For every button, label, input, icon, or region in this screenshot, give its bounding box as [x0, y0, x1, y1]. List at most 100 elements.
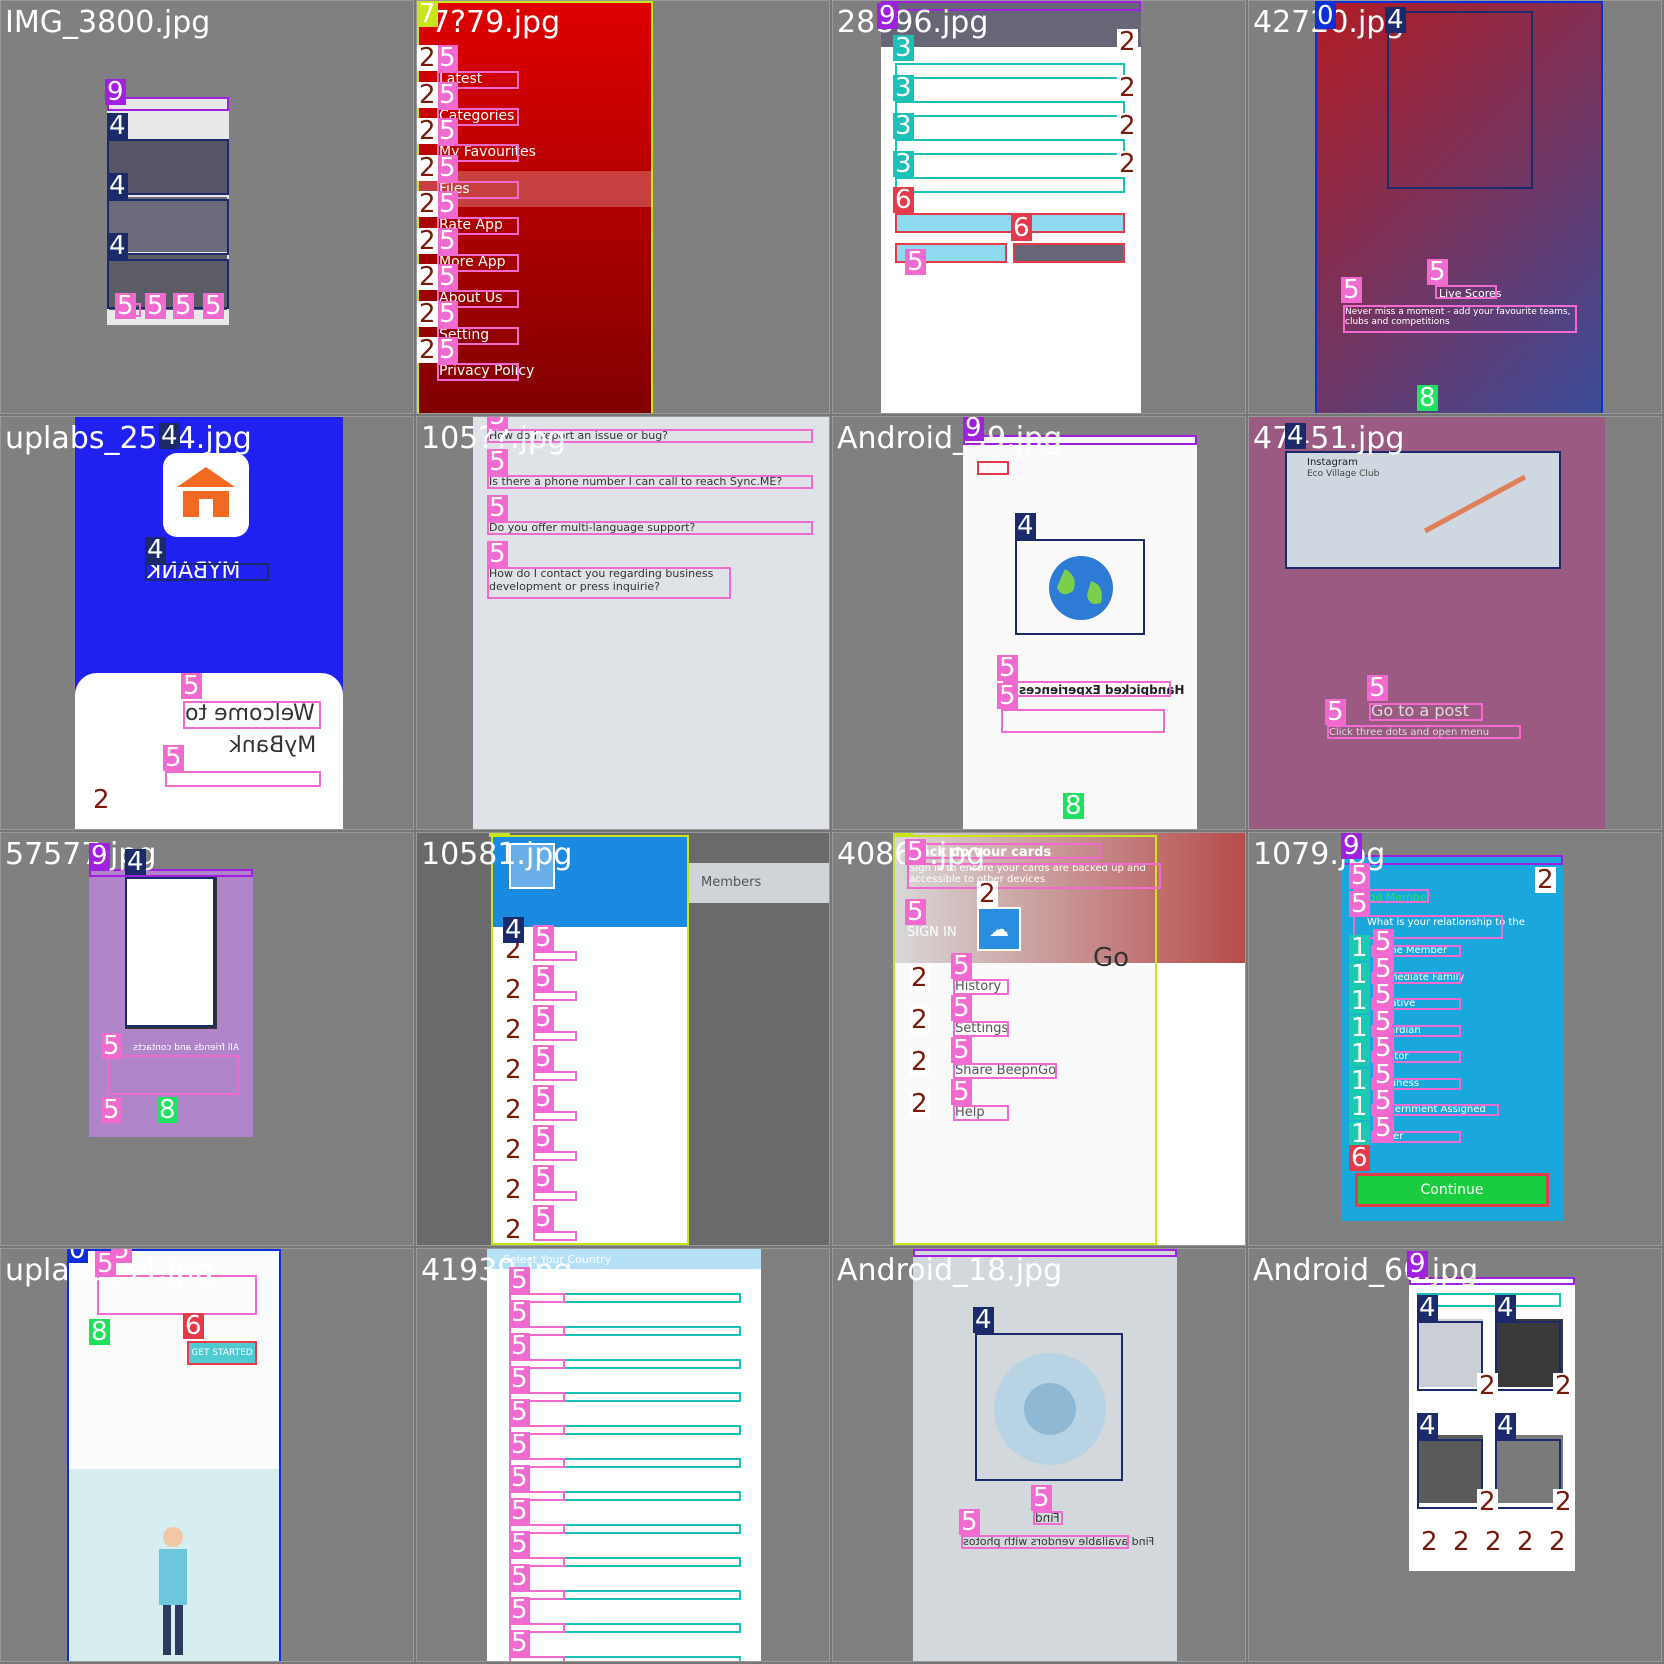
- class-label: 5: [437, 189, 458, 219]
- class-label: 9: [913, 1248, 934, 1249]
- class-label: 4: [159, 421, 180, 451]
- class-label: 5: [1325, 697, 1346, 727]
- class-label: 0: [1315, 1, 1336, 31]
- class-label: 2: [1535, 865, 1556, 895]
- class-label: 6: [893, 185, 914, 215]
- detection-box: [487, 567, 731, 599]
- class-label: 5: [905, 897, 926, 927]
- cloud-upload-icon[interactable]: ☁: [977, 907, 1021, 951]
- class-label: 5: [437, 335, 458, 365]
- class-label: 5: [509, 1529, 530, 1559]
- class-label: 9: [877, 1, 898, 31]
- detection-box: [895, 177, 1125, 193]
- class-label: 2: [1553, 1487, 1574, 1517]
- continue-button[interactable]: Continue: [1355, 1173, 1549, 1207]
- class-label: 5: [509, 1628, 530, 1658]
- globe-illustration: [1049, 556, 1113, 620]
- class-label: 9: [105, 77, 126, 107]
- tile-red-menu: 7 Latest 5 2 Categories 5 2 My Favourites 5 2 Fil…: [416, 0, 830, 414]
- class-label: 8: [157, 1095, 178, 1125]
- class-label: 5: [437, 116, 458, 146]
- class-label: 5: [997, 681, 1018, 711]
- class-label: 5: [437, 262, 458, 292]
- class-label: 4: [1385, 5, 1406, 35]
- class-label: 5: [163, 743, 184, 773]
- class-label: 5: [509, 1463, 530, 1493]
- detection-box: [893, 835, 1157, 1245]
- class-label: 5: [509, 1562, 530, 1592]
- class-label: 2: [1515, 1527, 1536, 1557]
- class-label: 2: [91, 785, 112, 815]
- detection-box: [107, 1055, 239, 1095]
- class-label: 2: [1477, 1371, 1498, 1401]
- class-label: 5: [959, 1507, 980, 1537]
- class-label: 5: [509, 1364, 530, 1394]
- class-label: 2: [1419, 1527, 1440, 1557]
- tile-42720: 0 4 Live Scores 5 Never miss a moment - …: [1248, 0, 1662, 414]
- class-label: 5: [509, 1595, 530, 1625]
- class-label: 4: [973, 1305, 994, 1335]
- class-label: 6: [183, 1311, 204, 1341]
- detection-box: [1369, 703, 1483, 721]
- class-label: 5: [115, 291, 136, 321]
- detection-box: [487, 521, 813, 535]
- tile-uplabs-34: 0 5 5 GET STARTED 6 8 uplabs_34.jpg: [0, 1248, 414, 1662]
- class-label: 1: [1349, 933, 1370, 963]
- class-label: 2: [417, 189, 438, 219]
- detection-box: [895, 139, 1125, 155]
- detection-box: [1417, 1321, 1483, 1391]
- signin-button[interactable]: SIGN IN: [907, 925, 957, 940]
- class-label: 5: [951, 1077, 972, 1107]
- class-label: 5: [533, 963, 554, 993]
- class-label: 2: [503, 1055, 524, 1085]
- class-label: 5: [533, 1203, 554, 1233]
- class-label: 5: [951, 1035, 972, 1065]
- detection-box: [125, 877, 215, 1027]
- detection-box: [1495, 1321, 1561, 1391]
- tile-title: Android_39.jpg: [837, 421, 1063, 456]
- class-label: 2: [417, 43, 438, 73]
- class-label: 5: [997, 653, 1018, 683]
- tile-uplabs-2584: MYBANK 4 4 Welcome to 5 MyBank 5 2 uplab…: [0, 416, 414, 830]
- class-label: 5: [905, 837, 926, 867]
- class-label: 5: [101, 1031, 122, 1061]
- class-label: 4: [1417, 1293, 1438, 1323]
- class-label: 5: [1341, 275, 1362, 305]
- class-label: 2: [909, 963, 930, 993]
- tile-title: 10581.jpg: [421, 837, 573, 872]
- class-label: 5: [1373, 1086, 1394, 1116]
- class-label: 2: [503, 1175, 524, 1205]
- get-started-button[interactable]: GET STARTED: [187, 1341, 257, 1365]
- class-label: 2: [503, 1095, 524, 1125]
- class-label: 5: [509, 1496, 530, 1526]
- class-label: 7: [489, 833, 510, 837]
- detection-box: [1285, 451, 1561, 569]
- tile-faq: How do I report an issue or bug? 5 Is ther…: [416, 416, 830, 830]
- class-label: 4: [1285, 421, 1306, 451]
- class-label: 5: [1373, 1059, 1394, 1090]
- screen: [75, 417, 343, 829]
- class-label: 2: [503, 1135, 524, 1165]
- class-label: 2: [417, 298, 438, 329]
- detection-box: [1033, 1511, 1063, 1525]
- class-label: 1: [1349, 986, 1370, 1016]
- class-label: 5: [509, 1331, 530, 1361]
- class-label: 4: [1015, 511, 1036, 541]
- detection-box: [1417, 1439, 1483, 1509]
- detection-box: [1417, 1293, 1561, 1307]
- class-label: 5: [1367, 673, 1388, 703]
- class-label: 5: [905, 247, 926, 277]
- class-label: 5: [533, 1083, 554, 1113]
- tile-47451: Instagram Eco Village Club 4 Go to a pos…: [1248, 416, 1662, 830]
- tile-28896: 9 3 3 3 3 6 6 2 2 2 2 5 28896.jpg: [832, 0, 1246, 414]
- class-label: 4: [107, 171, 128, 201]
- class-label: 9: [1407, 1249, 1428, 1279]
- class-label: 4: [503, 915, 524, 945]
- class-label: 6: [1011, 213, 1032, 243]
- tile-title: uplabs_2584.jpg: [5, 421, 252, 456]
- detection-box: [1387, 11, 1533, 189]
- caption: All friends and contacts: [133, 1043, 240, 1053]
- tile-img-3800: 9 4 4 4 5 5 5 5 IMG_3800.jpg: [0, 0, 414, 414]
- class-label: 5: [1349, 861, 1370, 891]
- class-label: 5: [533, 923, 554, 953]
